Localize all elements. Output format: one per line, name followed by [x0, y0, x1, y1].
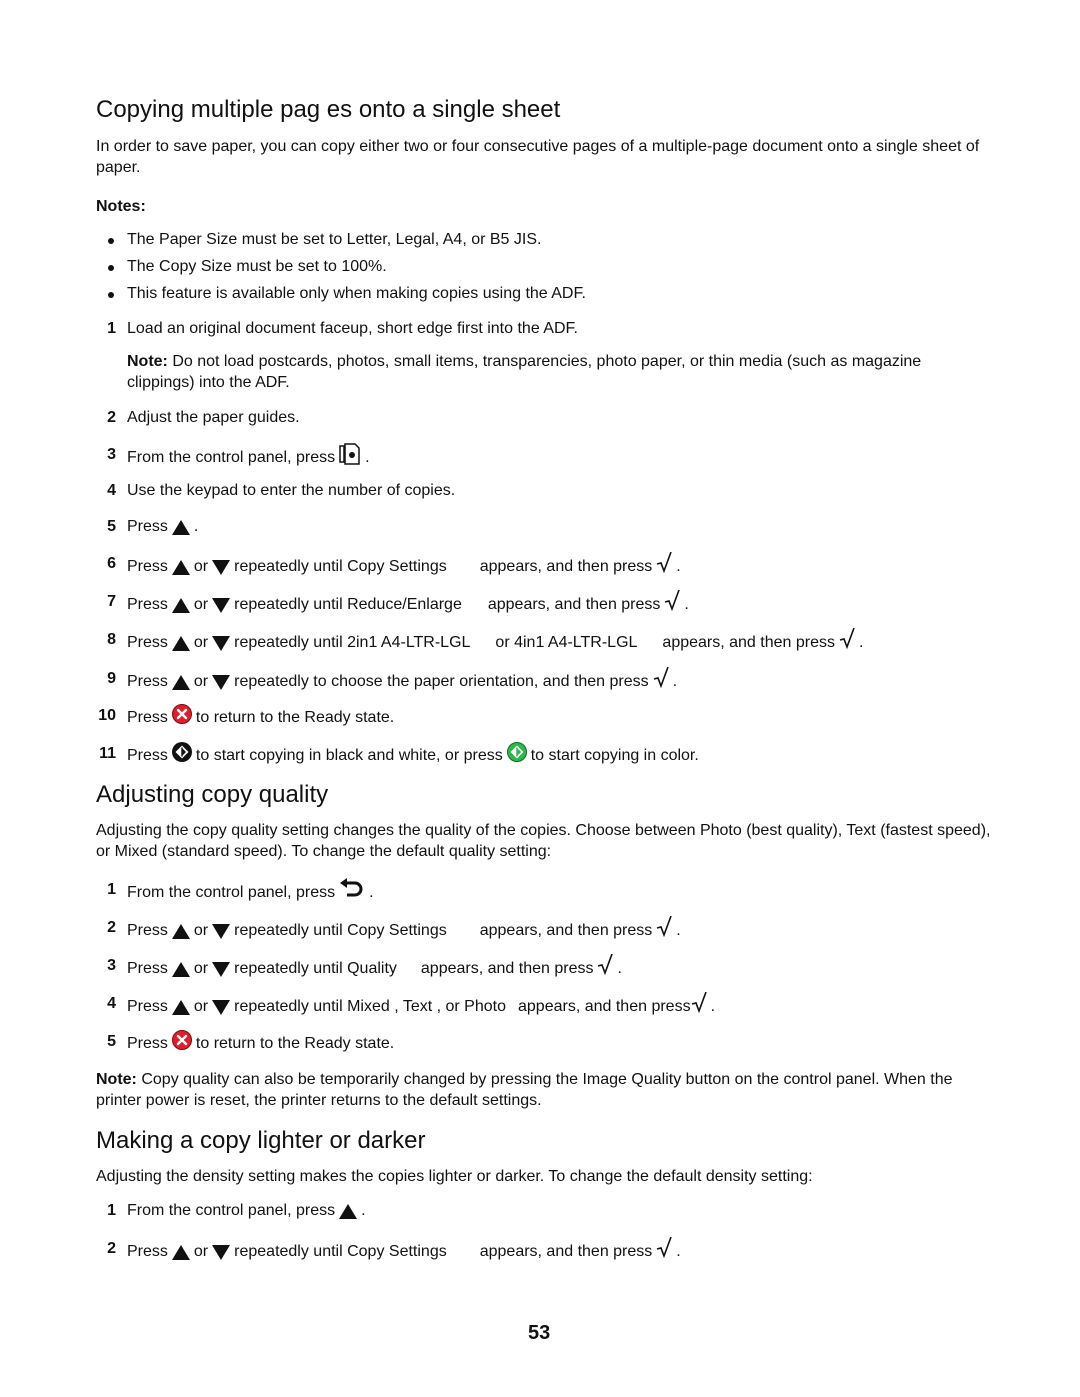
up-arrow-icon	[171, 674, 190, 690]
up-arrow-icon	[171, 519, 190, 535]
down-arrow-icon	[212, 674, 231, 690]
copy-icon	[339, 443, 361, 473]
down-arrow-icon	[212, 923, 231, 939]
stop-icon	[171, 1030, 192, 1058]
section-title-lighter-darker: Making a copy lighter or darker	[96, 1127, 426, 1154]
check-icon	[664, 589, 681, 620]
down-arrow-icon	[212, 597, 231, 613]
down-arrow-icon	[212, 1244, 231, 1260]
up-arrow-icon	[171, 923, 190, 939]
section-title-copying-multiple-pages: Copying multiple pag es onto a single sh…	[96, 96, 561, 123]
up-arrow-icon	[171, 635, 190, 651]
step-note: Note: Do not load postcards, photos, sma…	[127, 353, 922, 391]
back-icon	[339, 878, 365, 908]
down-arrow-icon	[212, 635, 231, 651]
up-arrow-icon	[171, 597, 190, 613]
start-black-icon	[171, 742, 192, 770]
page-number: 53	[528, 1322, 551, 1344]
up-arrow-icon	[339, 1203, 358, 1219]
up-arrow-icon	[171, 559, 190, 575]
bullet-dot	[108, 265, 114, 271]
section-intro: Adjusting the density setting makes the …	[96, 1168, 813, 1185]
check-icon	[691, 991, 707, 1022]
quality-note: Note: Copy quality can also be temporari…	[96, 1071, 953, 1109]
check-icon	[656, 1236, 673, 1267]
section-title-adjusting-copy-quality: Adjusting copy quality	[96, 781, 329, 808]
up-arrow-icon	[171, 999, 190, 1015]
bullet-dot	[108, 238, 114, 244]
check-icon	[839, 627, 855, 658]
up-arrow-icon	[171, 961, 190, 977]
check-icon	[653, 666, 669, 697]
start-color-icon	[506, 742, 527, 770]
check-icon	[656, 915, 673, 946]
notes-label: Notes:	[96, 198, 146, 215]
section-intro: Adjusting the copy quality setting chang…	[96, 822, 991, 860]
down-arrow-icon	[212, 559, 231, 575]
down-arrow-icon	[212, 999, 231, 1015]
up-arrow-icon	[171, 1244, 190, 1260]
section-intro: In order to save paper, you can copy eit…	[96, 138, 980, 176]
down-arrow-icon	[212, 961, 231, 977]
stop-icon	[171, 704, 192, 732]
check-icon	[656, 551, 673, 582]
bullet-dot	[108, 292, 114, 298]
check-icon	[597, 953, 614, 984]
